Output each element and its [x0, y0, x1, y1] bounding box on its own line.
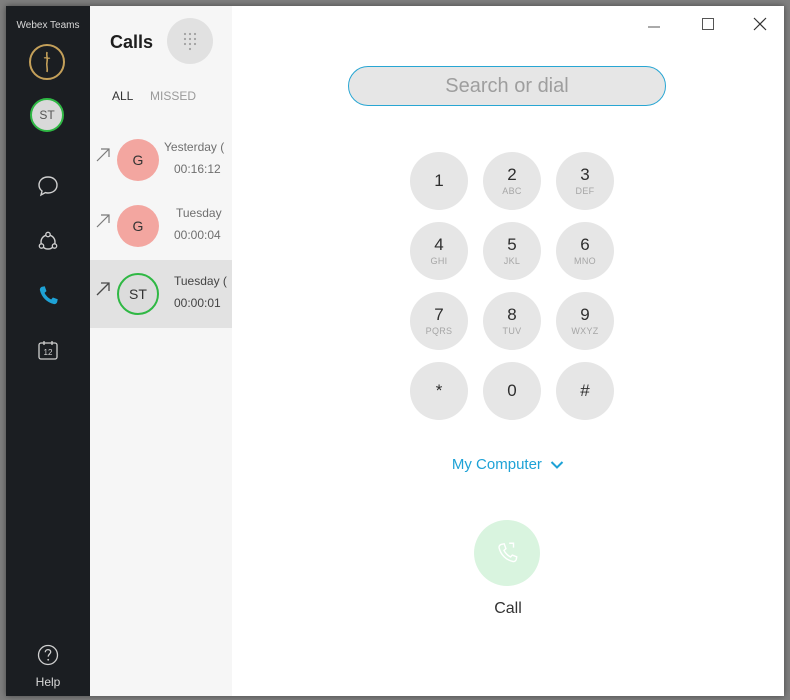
phone-icon[interactable]	[26, 274, 70, 318]
dialpad-key-digit: 4	[434, 235, 444, 254]
minimize-icon[interactable]	[644, 14, 664, 34]
dialer-panel: 1 2 ABC 3 DEF 4 GHI 5 JKL 6 MNO 7 PQRS 8 TUV 9 WXYZ * 0 # M…	[232, 6, 784, 696]
outgoing-call-arrow-icon	[96, 214, 110, 228]
help-icon[interactable]	[26, 633, 70, 677]
call-duration: 00:00:04	[174, 228, 221, 242]
dialpad-key-digit: 2	[507, 165, 517, 184]
calendar-icon[interactable]: 12	[26, 328, 70, 372]
filter-all-tab[interactable]: ALL	[112, 89, 133, 103]
app-title: Webex Teams	[16, 20, 80, 31]
dialpad-key[interactable]: 2 ABC	[483, 152, 541, 210]
maximize-icon[interactable]	[698, 14, 718, 34]
device-selector[interactable]: My Computer	[232, 456, 784, 473]
calendar-day: 12	[44, 348, 53, 357]
call-date: Yesterday (	[164, 140, 225, 154]
app-window: Webex Teams ST 12 Help Calls ALL MISSED …	[6, 6, 784, 696]
call-list-item[interactable]: G Tuesday 00:00:04	[90, 192, 232, 260]
call-button[interactable]	[474, 520, 540, 586]
avatar-initials: ST	[129, 286, 147, 302]
dialpad-key-letters: PQRS	[425, 326, 453, 336]
dialpad-key[interactable]: 9 WXYZ	[556, 292, 614, 350]
device-label: My Computer	[451, 456, 542, 473]
dialpad-key-letters: ABC	[502, 186, 522, 196]
avatar-initials: G	[132, 152, 144, 168]
dialpad-key-letters: TUV	[502, 326, 522, 336]
dialpad-key-digit: 7	[434, 305, 444, 324]
dialpad-key-letters: MNO	[574, 256, 596, 266]
call-label: Call	[494, 600, 522, 617]
dialpad-key-digit: #	[580, 381, 590, 400]
dialpad-key[interactable]: 8 TUV	[483, 292, 541, 350]
dialpad-key-letters: WXYZ	[571, 326, 599, 336]
avatar: G	[117, 205, 159, 247]
dialpad-key-letters: DEF	[575, 186, 595, 196]
chevron-down-icon	[550, 461, 564, 469]
avatar[interactable]: ST	[30, 98, 64, 132]
outgoing-call-arrow-icon	[96, 148, 110, 162]
dialpad-key[interactable]: 3 DEF	[556, 152, 614, 210]
dialpad-key[interactable]: *	[410, 362, 468, 420]
dialpad-key-digit: 0	[507, 381, 517, 400]
dialpad-key-digit: 5	[507, 235, 517, 254]
dialpad-key[interactable]: 0	[483, 362, 541, 420]
call-duration: 00:16:12	[174, 162, 221, 176]
dialpad-key[interactable]: #	[556, 362, 614, 420]
chat-bubble-icon[interactable]	[26, 164, 70, 208]
help-label[interactable]: Help	[6, 675, 90, 689]
dialpad-key-digit: 3	[580, 165, 590, 184]
dialpad-key-digit: *	[435, 381, 443, 400]
search-input[interactable]	[348, 66, 666, 106]
outgoing-call-arrow-icon	[96, 282, 110, 296]
dialpad-key-digit: 6	[580, 235, 590, 254]
dialpad-key[interactable]: 1	[410, 152, 468, 210]
dialpad-icon	[183, 32, 197, 51]
avatar: G	[117, 139, 159, 181]
call-duration: 00:00:01	[174, 296, 221, 310]
page-title: Calls	[110, 32, 154, 52]
calls-list-pane: Calls ALL MISSED G Yesterday ( 00:16:12 …	[90, 6, 232, 696]
call-list-item[interactable]: G Yesterday ( 00:16:12	[90, 126, 232, 194]
avatar-initials: G	[132, 218, 144, 234]
dialpad-key-digit: 9	[580, 305, 590, 324]
dialpad-button[interactable]	[167, 18, 213, 64]
dialpad-key-digit: 1	[434, 171, 444, 190]
avatar-initials: ST	[39, 108, 55, 122]
dialpad-key[interactable]: 6 MNO	[556, 222, 614, 280]
teams-icon[interactable]	[26, 219, 70, 263]
dialpad-key[interactable]: 4 GHI	[410, 222, 468, 280]
filter-missed-tab[interactable]: MISSED	[150, 89, 196, 103]
close-icon[interactable]	[750, 14, 770, 34]
avatar: ST	[117, 273, 159, 315]
dialpad-key-letters: GHI	[430, 256, 448, 266]
call-handset-icon	[498, 542, 518, 563]
webex-logo-icon[interactable]	[29, 44, 65, 80]
dialpad-key[interactable]: 7 PQRS	[410, 292, 468, 350]
dialpad-key-digit: 8	[507, 305, 517, 324]
nav-rail: Webex Teams ST 12 Help	[6, 6, 90, 696]
dialpad-key-letters: JKL	[503, 256, 521, 266]
dialpad-key[interactable]: 5 JKL	[483, 222, 541, 280]
call-list-item[interactable]: ST Tuesday ( 00:00:01	[90, 260, 232, 328]
